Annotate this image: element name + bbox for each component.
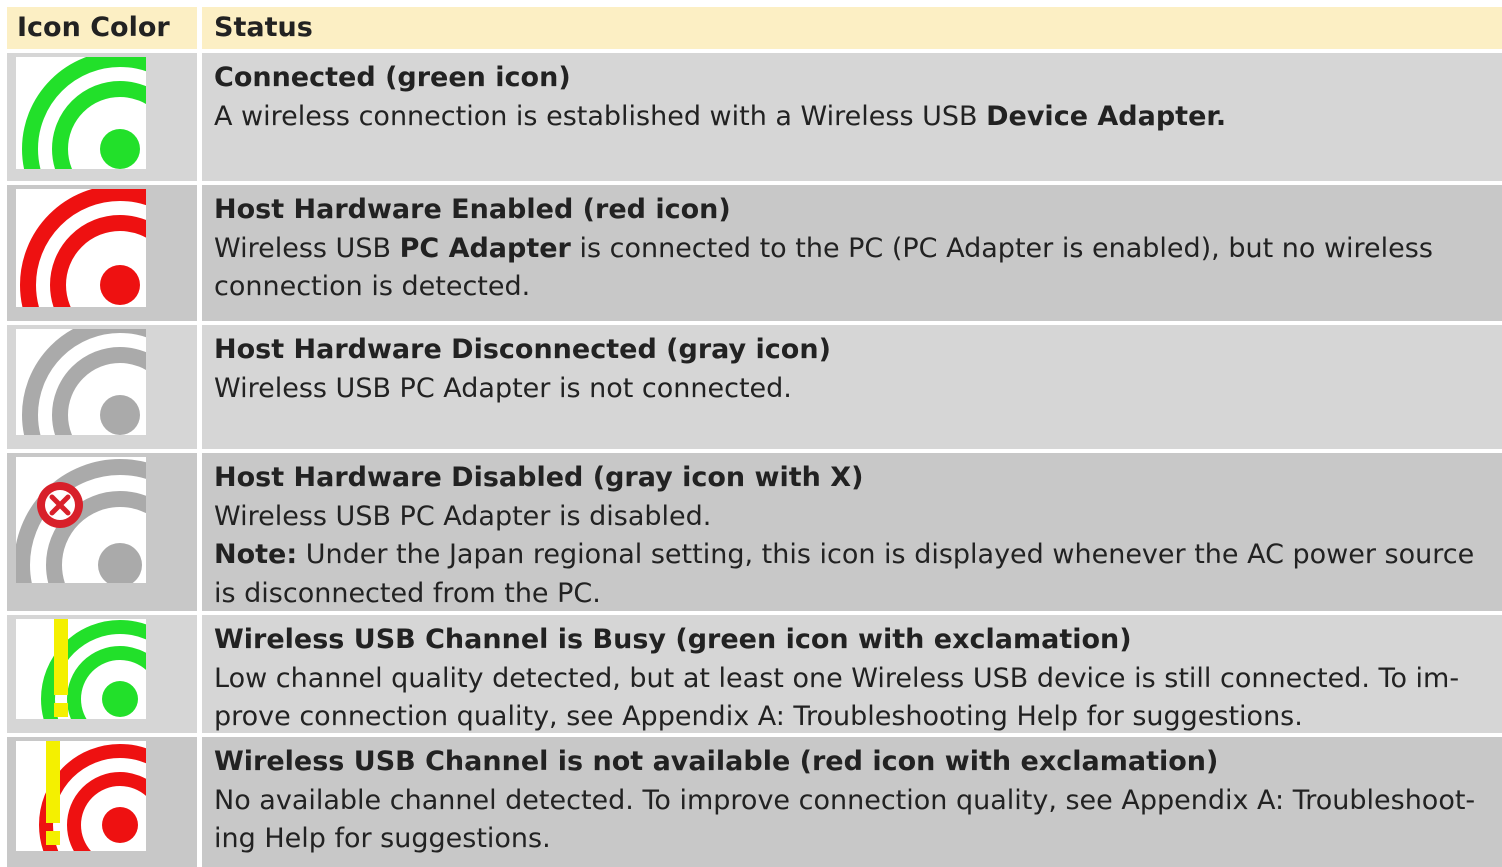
row-title: Wireless USB Channel is not available (r…: [214, 746, 1219, 777]
row-description: Wireless USB PC Adapter is connected to …: [214, 232, 1433, 303]
table-header: Icon Color Status: [7, 7, 1502, 53]
table-row: Connected (green icon) A wireless connec…: [7, 53, 1502, 185]
row-title: Host Hardware Disconnected (gray icon): [214, 334, 831, 365]
row-description: A wireless connection is established wit…: [214, 100, 1227, 132]
row-description: Low channel quality detected, but at lea…: [214, 662, 1460, 694]
green-wireless-exclamation-icon: [16, 619, 146, 719]
gray-wireless-icon: [16, 329, 146, 435]
table-row: Host Hardware Enabled (red icon) Wireles…: [7, 185, 1502, 325]
row-title: Host Hardware Disabled (gray icon with X…: [214, 462, 864, 493]
red-wireless-exclamation-icon: [16, 741, 146, 851]
table-row: Wireless USB Channel is not available (r…: [7, 737, 1502, 867]
header-icon-color: Icon Color: [17, 12, 170, 43]
row-description: Wireless USB PC Adapter is not connected…: [214, 372, 792, 404]
row-description: No available channel detected. To improv…: [214, 784, 1476, 816]
green-wireless-icon: [16, 57, 146, 169]
table-row: Host Hardware Disconnected (gray icon) W…: [7, 325, 1502, 453]
gray-wireless-x-icon: [16, 457, 146, 583]
table-row: Wireless USB Channel is Busy (green icon…: [7, 615, 1502, 737]
row-title: Wireless USB Channel is Busy (green icon…: [214, 624, 1132, 655]
table-row: Host Hardware Disabled (gray icon with X…: [7, 453, 1502, 615]
red-wireless-icon: [16, 189, 146, 307]
row-description: Wireless USB PC Adapter is disabled.: [214, 500, 712, 532]
header-status: Status: [197, 7, 1502, 49]
row-title: Host Hardware Enabled (red icon): [214, 194, 731, 225]
row-title: Connected (green icon): [214, 62, 571, 93]
row-note: Note: Under the Japan regional setting, …: [214, 539, 1475, 609]
row-description-cont: prove connection quality, see Appendix A…: [214, 701, 1303, 732]
row-description-cont: ing Help for suggestions.: [214, 823, 551, 854]
status-icon-table: Icon Color Status Connected (green icon)…: [7, 7, 1502, 867]
